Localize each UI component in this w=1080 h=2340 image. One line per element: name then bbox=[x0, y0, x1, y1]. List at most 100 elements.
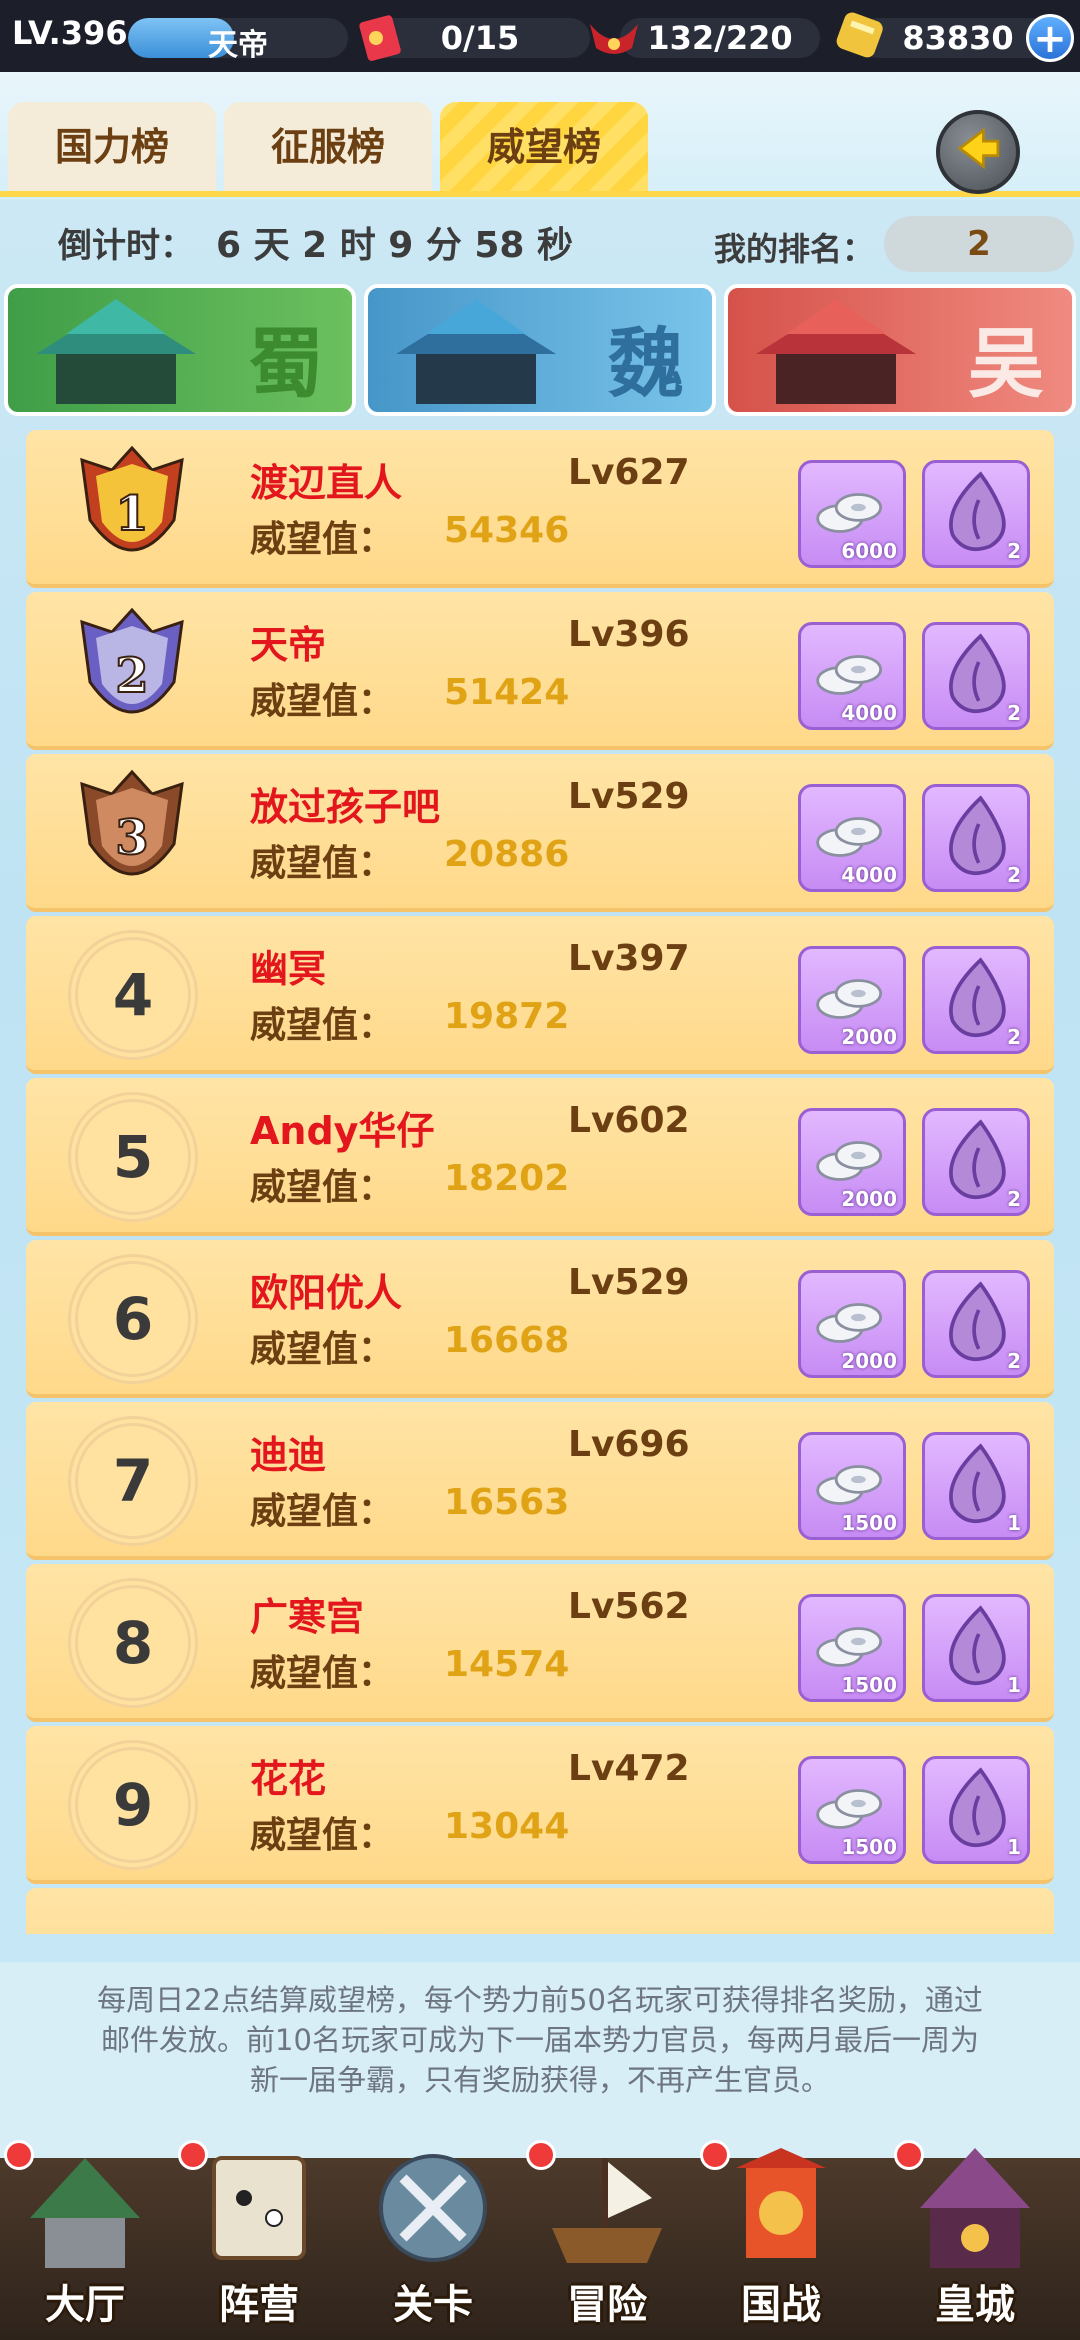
nav-label: 关卡 bbox=[393, 2282, 473, 2328]
rank-number: 8 bbox=[68, 1578, 198, 1708]
rank-number: 5 bbox=[68, 1092, 198, 1222]
ticket-value: 0/15 bbox=[440, 19, 520, 57]
reward-drop[interactable]: 2 bbox=[922, 784, 1030, 892]
medal-rank-number: 1 bbox=[115, 486, 148, 542]
reward-silver[interactable]: 1500 bbox=[798, 1432, 906, 1540]
notification-dot bbox=[4, 2140, 34, 2170]
prestige-value: 18202 bbox=[444, 1158, 570, 1199]
prestige-label: 威望值： bbox=[250, 1005, 395, 1046]
castle-icon bbox=[396, 299, 556, 404]
reward-drop[interactable]: 2 bbox=[922, 622, 1030, 730]
rank-medal-icon: 2 bbox=[80, 607, 184, 714]
countdown-label: 倒计时： bbox=[58, 226, 194, 266]
reward-count: 1500 bbox=[841, 1673, 897, 1697]
rank-medal-icon: 1 bbox=[80, 445, 184, 552]
rank-number: 9 bbox=[68, 1740, 198, 1870]
prestige-label: 威望值： bbox=[250, 1815, 395, 1856]
prestige-label: 威望值： bbox=[250, 1491, 395, 1532]
reward-drop[interactable]: 2 bbox=[922, 946, 1030, 1054]
faction-name: 蜀 bbox=[248, 319, 324, 408]
prestige-value: 16668 bbox=[444, 1320, 570, 1361]
prestige-value: 13044 bbox=[444, 1806, 570, 1847]
player-level: LV.396 bbox=[12, 14, 128, 52]
prestige-label: 威望值： bbox=[250, 519, 395, 560]
stage-swords-icon bbox=[379, 2154, 487, 2262]
table-row[interactable]: 9 花花 Lv472 威望值： 13044 1500 1 bbox=[26, 1726, 1054, 1884]
reward-drop[interactable]: 1 bbox=[922, 1756, 1030, 1864]
player-name: 天帝 bbox=[208, 28, 268, 58]
reward-drop[interactable]: 2 bbox=[922, 1108, 1030, 1216]
nav-stage[interactable]: 关卡 bbox=[348, 2108, 518, 2340]
rank-medal-icon: 3 bbox=[80, 769, 184, 876]
reward-count: 4000 bbox=[841, 863, 897, 887]
rules-text: 每周日22点结算威望榜，每个势力前50名玩家可获得排名奖励，通过邮件发放。前10… bbox=[97, 1983, 983, 2097]
tab-prestige-ranking[interactable]: 威望榜 bbox=[440, 102, 648, 192]
medal-rank-number: 2 bbox=[115, 648, 148, 704]
notification-dot bbox=[700, 2140, 730, 2170]
back-button[interactable] bbox=[936, 110, 1020, 194]
reward-count: 1500 bbox=[841, 1835, 897, 1859]
reward-count: 1 bbox=[1007, 1511, 1021, 1535]
table-row-partial[interactable] bbox=[26, 1888, 1054, 1934]
ticket-icon bbox=[359, 15, 401, 61]
reward-silver[interactable]: 6000 bbox=[798, 460, 906, 568]
stamina-counter: 132/220 bbox=[620, 18, 820, 58]
faction-wu-banner[interactable]: 吴 bbox=[724, 284, 1076, 416]
reward-silver[interactable]: 1500 bbox=[798, 1594, 906, 1702]
prestige-value: 20886 bbox=[444, 834, 570, 875]
prestige-value: 16563 bbox=[444, 1482, 570, 1523]
reward-silver[interactable]: 1500 bbox=[798, 1756, 906, 1864]
table-row[interactable]: 7 迪迪 Lv696 威望值： 16563 1500 1 bbox=[26, 1402, 1054, 1560]
reward-silver[interactable]: 2000 bbox=[798, 1270, 906, 1378]
reward-drop[interactable]: 1 bbox=[922, 1594, 1030, 1702]
player-name: 渡辺直人 bbox=[250, 461, 403, 505]
faction-shu-banner[interactable]: 蜀 bbox=[4, 284, 356, 416]
reward-silver[interactable]: 2000 bbox=[798, 1108, 906, 1216]
player-level: Lv397 bbox=[568, 938, 690, 979]
reward-count: 6000 bbox=[841, 539, 897, 563]
nav-label: 阵营 bbox=[219, 2282, 299, 2328]
nav-camp[interactable]: 阵营 bbox=[174, 2108, 344, 2340]
table-row[interactable]: 5 Andy华仔 Lv602 威望值： 18202 2000 2 bbox=[26, 1078, 1054, 1236]
tab-underline bbox=[0, 191, 1080, 197]
player-level: Lv602 bbox=[568, 1100, 690, 1141]
countdown-value: 6 天 2 时 9 分 58 秒 bbox=[216, 225, 573, 266]
rank-number: 6 bbox=[68, 1254, 198, 1384]
back-arrow-icon bbox=[957, 127, 1000, 170]
table-row[interactable]: 2 天帝 Lv396 威望值： 51424 4000 2 bbox=[26, 592, 1054, 750]
prestige-label: 威望值： bbox=[250, 843, 395, 884]
prestige-value: 14574 bbox=[444, 1644, 570, 1685]
ranking-list[interactable]: 1 渡辺直人 Lv627 威望值： 54346 6000 2 2 天帝 Lv39… bbox=[26, 430, 1054, 1934]
player-level: Lv627 bbox=[568, 452, 690, 493]
tab-power-ranking[interactable]: 国力榜 bbox=[8, 102, 216, 192]
nav-imperial-city[interactable]: 皇城 bbox=[890, 2108, 1060, 2340]
nav-adventure[interactable]: 冒险 bbox=[522, 2108, 692, 2340]
reward-silver[interactable]: 4000 bbox=[798, 622, 906, 730]
prestige-value: 19872 bbox=[444, 996, 570, 1037]
player-level: Lv396 bbox=[568, 614, 690, 655]
reward-count: 4000 bbox=[841, 701, 897, 725]
exp-bar: 天帝 bbox=[128, 18, 348, 58]
tab-conquest-ranking[interactable]: 征服榜 bbox=[224, 102, 432, 192]
add-gold-button[interactable]: + bbox=[1026, 14, 1074, 62]
reward-drop[interactable]: 1 bbox=[922, 1432, 1030, 1540]
reward-silver[interactable]: 2000 bbox=[798, 946, 906, 1054]
nav-national-war[interactable]: 国战 bbox=[696, 2108, 866, 2340]
reward-drop[interactable]: 2 bbox=[922, 1270, 1030, 1378]
notification-dot bbox=[894, 2140, 924, 2170]
player-name: 欧阳优人 bbox=[250, 1271, 403, 1315]
table-row[interactable]: 4 幽冥 Lv397 威望值： 19872 2000 2 bbox=[26, 916, 1054, 1074]
faction-wei-banner[interactable]: 魏 bbox=[364, 284, 716, 416]
reward-drop[interactable]: 2 bbox=[922, 460, 1030, 568]
table-row[interactable]: 3 放过孩子吧 Lv529 威望值： 20886 4000 2 bbox=[26, 754, 1054, 912]
table-row[interactable]: 8 广寒宫 Lv562 威望值： 14574 1500 1 bbox=[26, 1564, 1054, 1722]
castle-icon bbox=[36, 299, 196, 404]
rank-number: 4 bbox=[68, 930, 198, 1060]
table-row[interactable]: 6 欧阳优人 Lv529 威望值： 16668 2000 2 bbox=[26, 1240, 1054, 1398]
player-level: Lv696 bbox=[568, 1424, 690, 1465]
player-name: 花花 bbox=[250, 1757, 327, 1801]
reward-silver[interactable]: 4000 bbox=[798, 784, 906, 892]
table-row[interactable]: 1 渡辺直人 Lv627 威望值： 54346 6000 2 bbox=[26, 430, 1054, 588]
reward-count: 1 bbox=[1007, 1835, 1021, 1859]
nav-hall[interactable]: 大厅 bbox=[0, 2108, 170, 2340]
